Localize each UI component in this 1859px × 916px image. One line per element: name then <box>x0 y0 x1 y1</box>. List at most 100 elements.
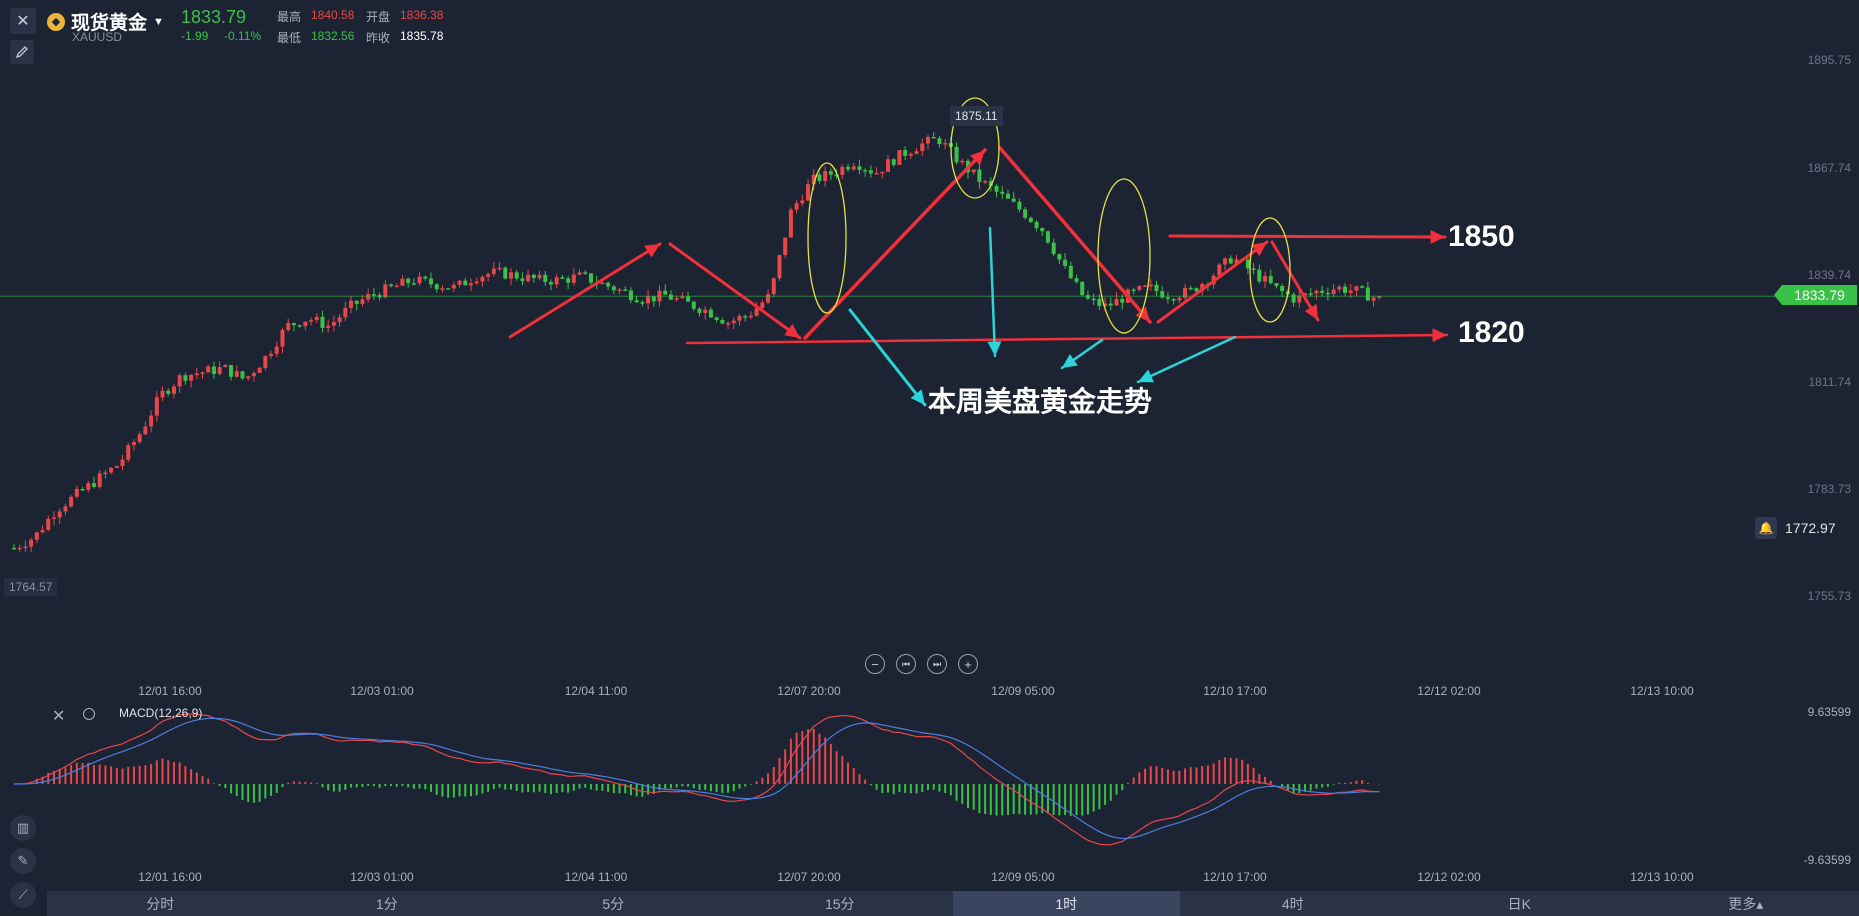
candle-body <box>1080 281 1085 296</box>
candle-body <box>857 166 862 170</box>
candle-body <box>406 278 411 284</box>
candle-body <box>229 365 234 377</box>
candle-body <box>269 353 274 356</box>
candle-body <box>1120 298 1125 303</box>
macd-settings-icon[interactable] <box>83 708 95 720</box>
zoom-in-button[interactable]: + <box>958 654 978 674</box>
price-alert[interactable]: 🔔 1772.97 <box>1755 517 1836 539</box>
tab-period[interactable]: 15分 <box>727 891 954 916</box>
candle-body <box>548 281 553 285</box>
candle-body <box>926 136 930 144</box>
line-tool-button[interactable]: ⟋ <box>10 882 36 908</box>
price-change: -1.99 <box>181 29 209 43</box>
scroll-end-button[interactable]: ⏭ <box>927 654 947 674</box>
candle-body <box>817 174 822 181</box>
candle-body <box>514 272 519 279</box>
x-tick: 12/04 11:00 <box>564 684 628 698</box>
candle-body <box>497 267 502 270</box>
candle-body <box>143 426 148 435</box>
candle-body <box>1348 290 1353 293</box>
caption-arrow <box>988 226 997 358</box>
candle-body <box>1137 286 1142 290</box>
candle-body <box>1051 242 1056 255</box>
candle-body <box>1245 259 1250 269</box>
candle-body <box>137 434 142 443</box>
x-tick: 12/09 05:00 <box>991 684 1055 698</box>
tab-period-active[interactable]: 1时 <box>953 891 1180 916</box>
candle-body <box>634 300 639 303</box>
candle-body <box>1000 191 1005 194</box>
candle-body <box>1371 297 1376 301</box>
candle-body <box>40 529 45 533</box>
scroll-start-button[interactable]: ⏮ <box>896 654 916 674</box>
candle-body <box>1263 276 1268 282</box>
candle-body <box>788 209 793 238</box>
candle-body <box>526 274 531 281</box>
candle-body <box>297 325 302 327</box>
candle-body <box>274 346 279 354</box>
y-tick: 1867.74 <box>1807 161 1851 175</box>
candle-body <box>737 316 742 321</box>
y-tick: 1895.75 <box>1807 53 1851 67</box>
candle-body <box>417 276 422 284</box>
macd-close-icon[interactable]: ✕ <box>52 706 65 726</box>
tab-period[interactable]: 日K <box>1406 891 1633 916</box>
candle-body <box>457 280 462 285</box>
indicator-tool-button[interactable]: ▥ <box>10 815 36 841</box>
candle-body <box>994 185 999 192</box>
candle-body <box>1148 284 1153 287</box>
candle-body <box>646 296 651 304</box>
candle-body <box>314 316 319 321</box>
candle-body <box>257 367 262 373</box>
candle-body <box>846 166 851 170</box>
candle-body <box>748 315 753 318</box>
candle-body <box>51 517 56 519</box>
candle-body <box>771 278 776 295</box>
close-button[interactable]: ✕ <box>10 8 36 34</box>
tab-period[interactable]: 1分 <box>274 891 501 916</box>
candle-body <box>189 374 194 381</box>
caption-arrow-head <box>1062 354 1078 368</box>
trend-arrow-head <box>784 323 800 338</box>
x-tick: 12/13 10:00 <box>1630 684 1694 698</box>
candle-body <box>1034 221 1039 229</box>
candle-body <box>703 309 708 313</box>
candle-body <box>691 301 696 309</box>
candle-body <box>69 496 74 507</box>
candle-body <box>120 459 125 466</box>
caption-arrow <box>1136 335 1237 384</box>
candle-body <box>400 278 405 286</box>
candle-body <box>486 274 491 277</box>
candle-body <box>1314 290 1319 294</box>
candle-body <box>588 273 593 283</box>
tab-period[interactable]: 4时 <box>1180 891 1407 916</box>
min-price-label: 1764.57 <box>4 578 58 596</box>
candle-body <box>760 302 765 309</box>
candle-body <box>109 467 114 473</box>
draw-tool-button[interactable] <box>10 40 34 64</box>
candle-body <box>668 294 673 300</box>
candle-body <box>554 277 559 285</box>
candle-body <box>606 282 611 287</box>
candle-body <box>97 473 102 487</box>
candle-body <box>891 159 896 165</box>
pencil-tool-button[interactable]: ✎ <box>10 848 36 874</box>
candle-body <box>80 488 85 491</box>
price-chart[interactable] <box>0 0 1859 916</box>
tab-period[interactable]: 分时 <box>47 891 274 916</box>
zoom-out-button[interactable]: − <box>865 654 885 674</box>
low-value: 1832.56 <box>311 29 355 43</box>
x-tick: 12/13 10:00 <box>1630 870 1694 884</box>
candle-body <box>937 138 942 145</box>
tab-period[interactable]: 更多▴ <box>1633 891 1859 916</box>
candle-body <box>309 320 314 322</box>
x-tick: 12/01 16:00 <box>138 684 202 698</box>
candle-body <box>766 294 771 303</box>
y-tick: 1811.74 <box>1808 375 1852 389</box>
candle-body <box>291 323 296 326</box>
x-tick: 12/09 05:00 <box>991 870 1055 884</box>
candle-body <box>1354 286 1359 291</box>
candle-body <box>480 276 485 282</box>
candle-body <box>23 546 28 549</box>
tab-period[interactable]: 5分 <box>500 891 727 916</box>
